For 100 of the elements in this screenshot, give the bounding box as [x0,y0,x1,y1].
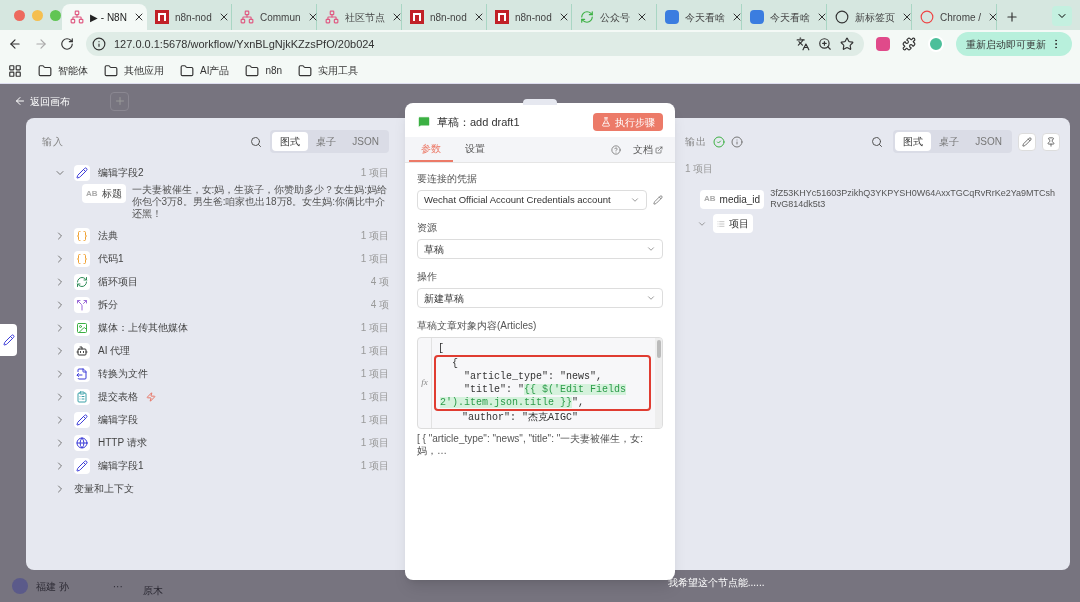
info-icon[interactable] [731,135,743,148]
node-row[interactable]: 拆分 4 项 [42,293,389,316]
extension-icon[interactable] [876,37,890,51]
close-icon[interactable] [636,11,648,23]
user-avatar [12,578,28,594]
bookmark-folder[interactable]: n8n [245,63,283,78]
type-label: AB [704,193,716,205]
pin-button[interactable] [1042,132,1060,151]
item-count: 1 项目 [360,436,389,450]
tab-title: n8n-nod [430,10,467,25]
scrollbar-thumb[interactable] [656,340,661,358]
tab-title: 新标签页 [855,10,895,25]
folder-icon [38,63,52,78]
code-line: [ [438,342,445,355]
update-button[interactable]: 重新启动即可更新 [956,32,1072,56]
browser-tab[interactable]: ▶ - N8N [62,4,147,30]
folder-icon [104,63,118,78]
zoom-icon[interactable] [818,37,832,51]
field-key: AB 标题 [82,184,126,203]
canvas-label: 原木 [142,583,163,598]
item-count: 1 项目 [360,321,389,335]
node-type-button[interactable] [0,324,17,356]
tab-title: 公众号 [600,10,630,25]
node-row[interactable]: 提交表格 1 项目 [42,385,389,408]
node-name: 代码1 [98,252,124,266]
search-icon[interactable] [250,135,263,148]
node-title: 草稿：add draft1 [437,114,520,130]
item-count: 1 项目 [360,344,389,358]
item-count: 1 项目 [360,229,389,243]
field-label: 草稿文章对象内容(Articles) [417,319,538,333]
node-name: 拆分 [98,298,118,312]
section-label: 变量和上下文 [74,482,134,496]
lightning-icon [146,391,156,402]
item-count: 1 项目 [360,367,389,381]
bookmark-star-icon[interactable] [840,37,854,51]
panel-title: 输入 [42,135,64,149]
back-to-canvas-link[interactable]: 返回画布 [14,93,70,109]
node-row[interactable]: 编辑字段1 1 项目 [42,454,389,477]
node-row[interactable]: AI 代理 1 项目 [42,339,389,362]
type-label: AB [86,187,98,200]
node-row[interactable]: 循环项目 4 项 [42,270,389,293]
user-name: 福建 孙 [36,579,69,594]
credential-select[interactable]: Wechat Official Account Credentials account [417,190,647,210]
pencil-icon [2,334,15,346]
back-icon[interactable] [8,37,22,51]
bookmark-folder[interactable]: 智能体 [38,63,88,78]
tab-title: n8n-nod [175,10,212,25]
close-icon[interactable] [391,11,403,23]
pencil-icon [1022,136,1032,147]
drag-handle[interactable] [523,99,557,105]
node-name: 媒体：上传其他媒体 [98,321,188,335]
edit-output-button[interactable] [1018,132,1036,151]
view-tab[interactable]: 图式 [272,132,309,151]
node-name: 提交表格 [98,390,138,404]
code-line: "author": "杰克AIGC" [461,411,580,424]
reload-icon[interactable] [60,37,74,51]
dropdown-select[interactable]: 新建草稿 [417,288,663,308]
node-row[interactable]: 转换为文件 1 项目 [42,362,389,385]
new-tab-icon[interactable] [1005,10,1019,24]
node-name: AI 代理 [98,344,131,358]
panel-tab[interactable]: 设置 [453,137,497,162]
node-row[interactable]: 代码1 1 项目 [42,247,389,270]
expression-preview: [ { "article_type": "news", "title": "一夫妻被催生，女:妈，… [417,433,644,457]
node-graph-icon [70,10,84,24]
field-label: 要连接的凭据 [417,172,478,186]
variables-row[interactable]: 变量和上下文 [42,477,389,500]
docs-link[interactable]: 文档 [633,142,663,157]
code-line: "article_type": "news", [463,370,604,383]
bookmark-folder[interactable]: 实用工具 [298,63,359,78]
bookmark-folder[interactable]: AI产品 [180,63,230,78]
apps-icon[interactable] [8,63,22,78]
code-editor[interactable]: fx [ { "article_type": "news", "title": "{{ $('Edit Fields2').item.json.title }}", "author": "杰克AIGC" [417,337,663,429]
close-icon[interactable] [731,11,743,23]
view-tab[interactable]: 桌子 [308,132,345,151]
node-name: 循环项目 [98,275,138,289]
address-bar[interactable]: 127.0.0.1:5678/workflow/YxnBLgNjkKZzsPfO/20b024 [86,32,864,56]
view-tab[interactable]: 桌子 [931,132,968,151]
search-icon[interactable] [871,135,884,148]
translate-icon[interactable] [796,37,810,51]
bookmark-folder[interactable]: 其他应用 [104,63,164,78]
tab-menu-button[interactable] [1052,6,1072,26]
dropdown-select[interactable]: 草稿 [417,239,663,259]
node-graph-icon [240,10,254,24]
field-value: 3fZ53KHYc51603PzikhQ3YKPYSH0W64AxxTGCqRvRrKe2Ya9MTCshRvG814dk5t3 [770,188,1057,210]
extensions-icon[interactable] [902,37,916,51]
close-icon[interactable] [901,11,913,23]
tab-title: 今天看啥 [770,10,810,25]
node-name: HTTP 请求 [98,436,147,450]
node-row[interactable]: 编辑字段 1 项目 [42,408,389,431]
recycle-icon [580,10,594,24]
view-tab[interactable]: 图式 [895,132,932,151]
close-icon[interactable] [816,11,828,23]
node-row[interactable]: 法典 1 项目 [42,224,389,247]
node-row[interactable]: 媒体：上传其他媒体 1 项目 [42,316,389,339]
pin-icon [1046,136,1056,147]
field-key: 项目 [713,214,753,233]
site-info-icon[interactable] [92,37,106,51]
node-row[interactable]: HTTP 请求 1 项目 [42,431,389,454]
node-row[interactable]: 编辑字段2 1 项目 [42,161,389,184]
node-name: 法典 [98,229,118,243]
